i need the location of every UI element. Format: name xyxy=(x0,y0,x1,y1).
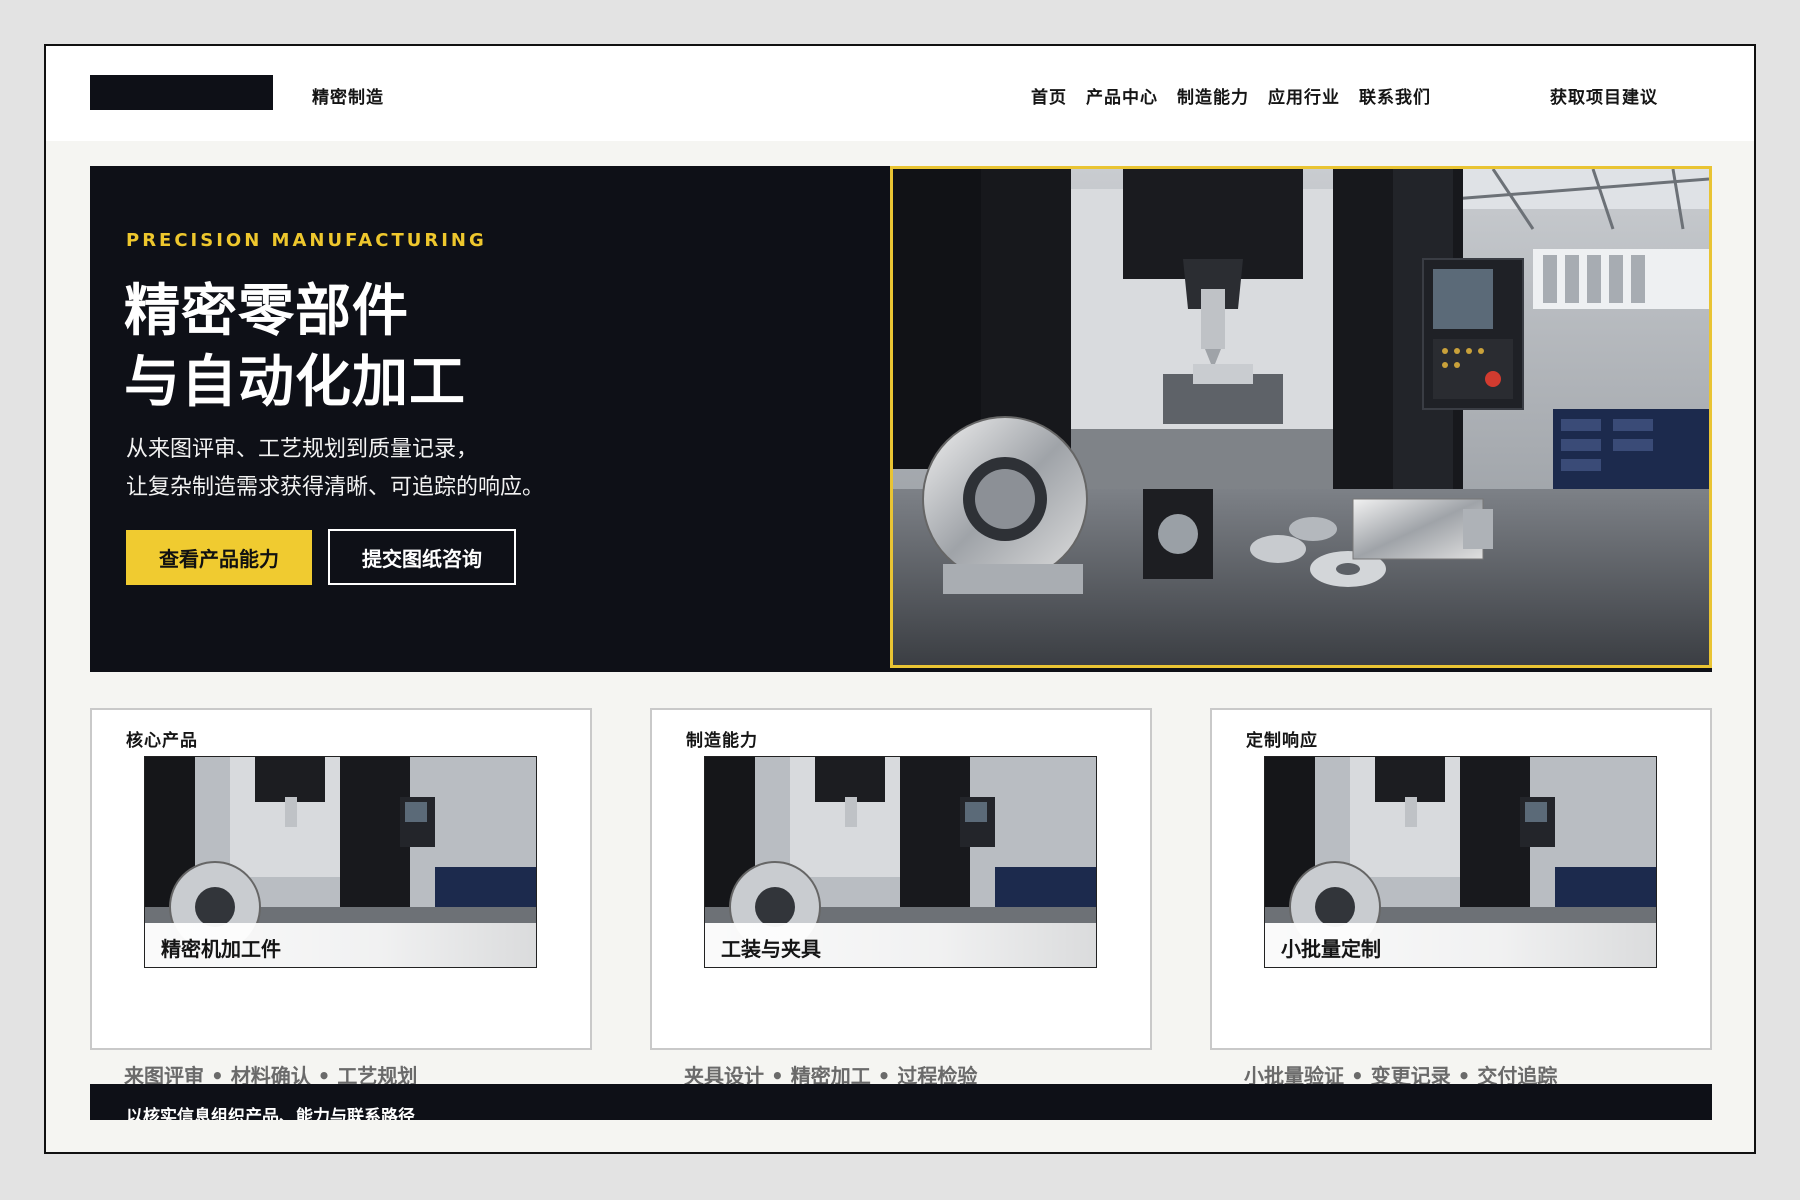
card-custom-response[interactable]: 定制响应 小批量定制 xyxy=(1210,708,1712,1050)
card-title: 定制响应 xyxy=(1246,731,1318,751)
card-image-caption: 精密机加工件 xyxy=(145,923,536,967)
nav-item-capabilities[interactable]: 制造能力 xyxy=(1177,83,1249,108)
card-image: 小批量定制 xyxy=(1264,756,1657,968)
hero-title-line-2: 与自动化加工 xyxy=(124,350,466,415)
view-capabilities-button[interactable]: 查看产品能力 xyxy=(126,530,312,585)
card-image: 工装与夹具 xyxy=(704,756,1097,968)
cnc-machine-illustration xyxy=(893,169,1709,665)
brand-name: 精密制造 xyxy=(312,88,384,108)
footer-bar: 以核实信息组织产品、能力与联系路径 xyxy=(90,1084,1712,1120)
footer-text: 以核实信息组织产品、能力与联系路径 xyxy=(126,1107,415,1120)
card-image-caption: 工装与夹具 xyxy=(705,923,1096,967)
card-manufacturing-capability[interactable]: 制造能力 工装与夹具 xyxy=(650,708,1152,1050)
hero-machine-image xyxy=(890,166,1712,668)
get-proposal-link[interactable]: 获取项目建议 xyxy=(1550,83,1658,108)
card-caption-text: 小批量定制 xyxy=(1281,937,1381,961)
hero-title-line-1: 精密零部件 xyxy=(124,279,409,344)
nav-item-home[interactable]: 首页 xyxy=(1031,83,1067,108)
hero-section: PRECISION MANUFACTURING 精密零部件 与自动化加工 从来图… xyxy=(90,166,1712,672)
nav-item-industries[interactable]: 应用行业 xyxy=(1268,83,1340,108)
card-caption-text: 工装与夹具 xyxy=(721,937,821,961)
card-image-caption: 小批量定制 xyxy=(1265,923,1656,967)
card-title: 制造能力 xyxy=(686,731,758,751)
nav-item-contact[interactable]: 联系我们 xyxy=(1359,83,1431,108)
hero-subtitle-line-2: 让复杂制造需求获得清晰、可追踪的响应。 xyxy=(126,475,545,500)
card-image: 精密机加工件 xyxy=(144,756,537,968)
hero-title: 精密零部件 与自动化加工 xyxy=(124,276,466,418)
card-core-products[interactable]: 核心产品 精密机加工件 xyxy=(90,708,592,1050)
hero-subtitle: 从来图评审、工艺规划到质量记录， 让复杂制造需求获得清晰、可追踪的响应。 xyxy=(126,431,544,507)
submit-drawing-button[interactable]: 提交图纸咨询 xyxy=(328,529,516,585)
hero-eyebrow: PRECISION MANUFACTURING xyxy=(126,230,487,251)
main-nav: 首页 产品中心 制造能力 应用行业 联系我们 xyxy=(1031,83,1431,108)
logo[interactable] xyxy=(90,75,273,110)
hero-subtitle-line-1: 从来图评审、工艺规划到质量记录， xyxy=(126,437,479,462)
nav-item-products[interactable]: 产品中心 xyxy=(1086,83,1158,108)
card-caption-text: 精密机加工件 xyxy=(161,937,281,961)
page-frame: 精密制造 首页 产品中心 制造能力 应用行业 联系我们 获取项目建议 PRECI… xyxy=(44,44,1756,1154)
card-title: 核心产品 xyxy=(126,731,198,751)
site-header: 精密制造 首页 产品中心 制造能力 应用行业 联系我们 获取项目建议 xyxy=(46,46,1754,141)
